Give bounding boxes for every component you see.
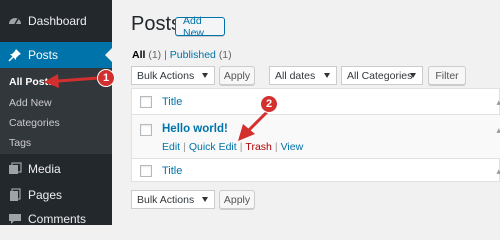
column-edge-mark: ▴ [496, 97, 500, 107]
dashboard-icon [9, 18, 21, 25]
submenu-tags[interactable]: Tags [9, 137, 31, 149]
submenu-all-posts[interactable]: All Posts [9, 76, 54, 88]
sidebar-item-label: Media [28, 162, 61, 176]
page-title: Posts [131, 13, 182, 35]
table-footer-row: Title ▴ [132, 159, 500, 183]
filter-separator: | [164, 49, 167, 61]
filter-all-link[interactable]: All [132, 49, 145, 61]
annotation-badge-2: 2 [260, 95, 278, 113]
posts-submenu: All Posts Add New Categories Tags [0, 68, 112, 154]
apply-button-top[interactable]: Apply [219, 66, 255, 85]
pages-icon [10, 188, 21, 201]
view-link[interactable]: View [281, 141, 304, 153]
filter-button[interactable]: Filter [428, 66, 466, 85]
table-header-row: Title ▴ [132, 89, 500, 115]
add-new-button[interactable]: Add New [175, 15, 225, 39]
column-edge-mark: ▴ [496, 125, 500, 135]
dates-filter-select[interactable]: All dates [269, 66, 337, 85]
filter-published-count: (1) [218, 49, 232, 61]
admin-sidebar: Dashboard Posts All Posts Add New Catego… [0, 0, 112, 226]
posts-table: Title ▴ Hello world! Edit | Quick Edit | Tra… [131, 88, 500, 182]
sidebar-item-label: Posts [28, 48, 59, 62]
comments-icon [9, 214, 21, 224]
sidebar-item-comments[interactable]: Comments [0, 206, 112, 232]
sidebar-item-label: Comments [28, 212, 87, 226]
trash-link[interactable]: Trash [245, 141, 271, 153]
table-row: Hello world! Edit | Quick Edit | Trash | View … [132, 115, 500, 159]
filter-published-link[interactable]: Published [170, 49, 216, 61]
row-checkbox[interactable] [140, 124, 152, 136]
sidebar-item-posts[interactable]: Posts [0, 42, 112, 68]
column-title-footer[interactable]: Title [162, 165, 182, 177]
media-icon [9, 162, 22, 174]
annotation-badge-1: 1 [97, 69, 115, 87]
submenu-categories[interactable]: Categories [9, 117, 60, 129]
sidebar-item-dashboard[interactable]: Dashboard [0, 8, 112, 34]
apply-button-bottom[interactable]: Apply [219, 190, 255, 209]
submenu-add-new[interactable]: Add New [9, 97, 52, 109]
bulk-actions-select-bottom[interactable]: Bulk Actions [131, 190, 215, 209]
select-all-checkbox-footer[interactable] [140, 165, 152, 177]
sidebar-item-pages[interactable]: Pages [0, 182, 112, 208]
column-edge-mark: ▴ [496, 166, 500, 176]
categories-filter-select[interactable]: All Categories [341, 66, 423, 85]
edit-link[interactable]: Edit [162, 141, 180, 153]
column-title-header[interactable]: Title [162, 96, 182, 108]
filter-all-count: (1) [148, 49, 162, 61]
sidebar-item-label: Dashboard [28, 14, 87, 28]
select-all-checkbox[interactable] [140, 96, 152, 108]
pin-icon [8, 49, 21, 62]
post-title-link[interactable]: Hello world! [162, 123, 228, 135]
quick-edit-link[interactable]: Quick Edit [189, 141, 237, 153]
status-filter-links: All (1) | Published (1) [132, 49, 232, 61]
sidebar-item-media[interactable]: Media [0, 156, 112, 182]
row-actions: Edit | Quick Edit | Trash | View [162, 141, 304, 153]
bulk-actions-select-top[interactable]: Bulk Actions [131, 66, 215, 85]
sidebar-item-label: Pages [28, 188, 63, 202]
